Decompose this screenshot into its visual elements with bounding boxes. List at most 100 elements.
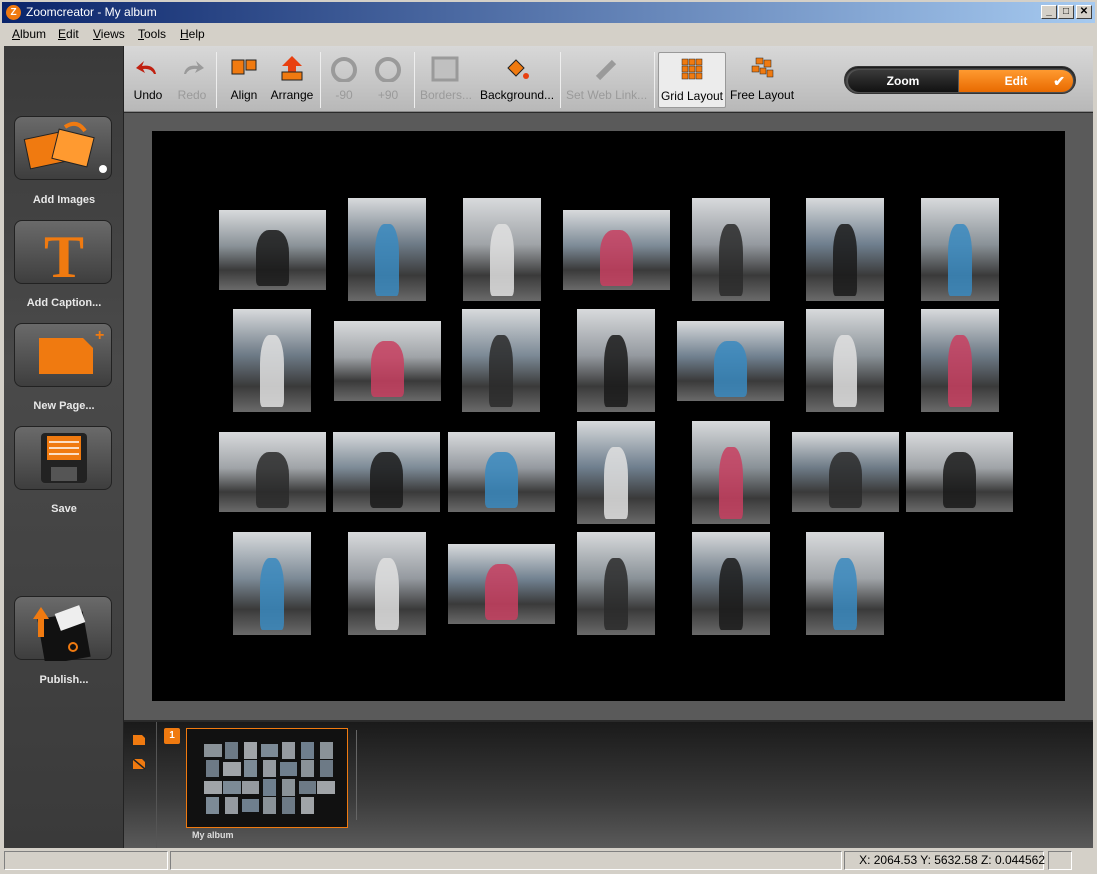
album-page-canvas[interactable]	[152, 131, 1065, 701]
album-photo[interactable]	[792, 432, 899, 512]
thumbnail-photo	[282, 742, 295, 760]
paint-bucket-icon	[507, 59, 529, 79]
album-photo[interactable]	[448, 544, 555, 624]
album-photo[interactable]	[677, 321, 784, 401]
album-photo[interactable]	[219, 210, 326, 290]
album-photo[interactable]	[448, 432, 555, 512]
album-photo[interactable]	[692, 532, 770, 635]
status-panel	[1048, 851, 1072, 870]
caption-t-icon: T	[44, 224, 84, 290]
coordinates-readout: X: 2064.53 Y: 5632.58 Z: 0.044562	[859, 853, 1045, 867]
arrange-button[interactable]: Arrange	[268, 52, 316, 108]
album-photo[interactable]	[462, 309, 540, 412]
album-photo[interactable]	[348, 198, 426, 301]
rotate-right-button[interactable]: +90	[370, 52, 406, 108]
rotate-left-button[interactable]: -90	[326, 52, 362, 108]
align-button[interactable]: Align	[224, 52, 264, 108]
grid-layout-button[interactable]: Grid Layout	[658, 52, 726, 108]
publish-button[interactable]	[14, 596, 112, 665]
background-button[interactable]: Background...	[480, 52, 554, 108]
album-photo[interactable]	[577, 532, 655, 635]
redo-button[interactable]: Redo	[174, 52, 210, 108]
thumbnail-photo	[282, 778, 295, 796]
rotate-right-icon	[375, 57, 401, 82]
add-caption-button[interactable]: T	[14, 220, 112, 290]
thumbnail-photo	[206, 797, 220, 815]
album-photo[interactable]	[577, 421, 655, 524]
album-photo[interactable]	[233, 309, 311, 412]
redo-arrow-icon	[184, 61, 204, 74]
album-photo[interactable]	[806, 532, 884, 635]
page-strip: 1 My album	[124, 722, 1093, 848]
photo-subject	[604, 446, 628, 519]
album-photo[interactable]	[921, 198, 999, 301]
thumbnail-photo	[225, 797, 239, 815]
album-photo[interactable]	[233, 532, 311, 635]
minimize-button[interactable]: _	[1041, 5, 1057, 19]
web-link-button[interactable]: Set Web Link...	[566, 52, 647, 108]
album-photo[interactable]	[806, 198, 884, 301]
workspace	[124, 113, 1093, 720]
page-thumbnail[interactable]	[186, 728, 348, 828]
add-page-small-icon[interactable]	[132, 734, 146, 746]
new-page-button[interactable]: +	[14, 323, 112, 387]
maximize-button[interactable]: □	[1058, 5, 1074, 19]
album-photo[interactable]	[921, 309, 999, 412]
add-caption-label: Add Caption...	[26, 297, 102, 309]
menu-album[interactable]: Album	[12, 27, 46, 41]
photo-subject	[604, 557, 628, 630]
toolbar-separator	[320, 52, 321, 108]
strip-divider	[356, 730, 357, 820]
album-photo[interactable]	[333, 432, 440, 512]
thumbnail-photo	[317, 780, 336, 794]
album-photo[interactable]	[692, 421, 770, 524]
thumbnail-photo	[241, 799, 260, 813]
publish-icon	[33, 605, 91, 665]
undo-button[interactable]: Undo	[130, 52, 166, 108]
thumbnail-photo	[300, 797, 314, 815]
zoom-mode-button[interactable]: Zoom	[848, 70, 958, 92]
app-window: Z Zoomcreator - My album _ □ ✕ Album Edi…	[0, 0, 1097, 874]
close-button[interactable]: ✕	[1076, 5, 1092, 19]
album-photo[interactable]	[906, 432, 1013, 512]
floppy-disk-icon	[41, 433, 87, 483]
album-photo[interactable]	[563, 210, 670, 290]
album-photo[interactable]	[348, 532, 426, 635]
thumbnail-photo	[204, 744, 222, 758]
delete-page-small-icon[interactable]	[132, 758, 146, 770]
thumbnail-photo	[244, 742, 258, 760]
menu-tools[interactable]: Tools	[138, 27, 166, 41]
photo-subject	[719, 557, 743, 630]
undo-arrow-icon	[136, 61, 156, 74]
album-photo[interactable]	[219, 432, 326, 512]
toolbar-separator	[654, 52, 655, 108]
chain-link-icon	[595, 59, 617, 81]
album-photo[interactable]	[692, 198, 770, 301]
menu-help[interactable]: Help	[180, 27, 205, 41]
album-photo[interactable]	[806, 309, 884, 412]
menu-edit[interactable]: Edit	[58, 27, 79, 41]
photo-subject	[256, 230, 289, 286]
status-panel	[4, 851, 168, 870]
toolbar-separator	[560, 52, 561, 108]
save-label: Save	[51, 503, 77, 515]
free-layout-button[interactable]: Free Layout	[730, 52, 794, 108]
borders-icon	[431, 56, 459, 82]
photo-subject	[375, 557, 399, 630]
thumbnail-photo	[263, 778, 276, 796]
album-photo[interactable]	[334, 321, 441, 401]
toolbar-separator	[216, 52, 217, 108]
new-page-label: New Page...	[33, 400, 95, 412]
window-title: Zoomcreator - My album	[26, 5, 157, 19]
photo-subject	[833, 334, 857, 407]
save-button[interactable]	[14, 426, 112, 490]
album-photo[interactable]	[463, 198, 541, 301]
publish-label: Publish...	[39, 674, 89, 686]
add-images-button[interactable]	[14, 116, 112, 180]
edit-mode-button[interactable]: Edit ✔	[959, 70, 1073, 92]
menu-views[interactable]: Views	[93, 27, 125, 41]
borders-button[interactable]: Borders...	[420, 52, 472, 108]
photo-subject	[833, 223, 857, 296]
album-photo[interactable]	[577, 309, 655, 412]
thumbnail-photo	[244, 760, 257, 778]
